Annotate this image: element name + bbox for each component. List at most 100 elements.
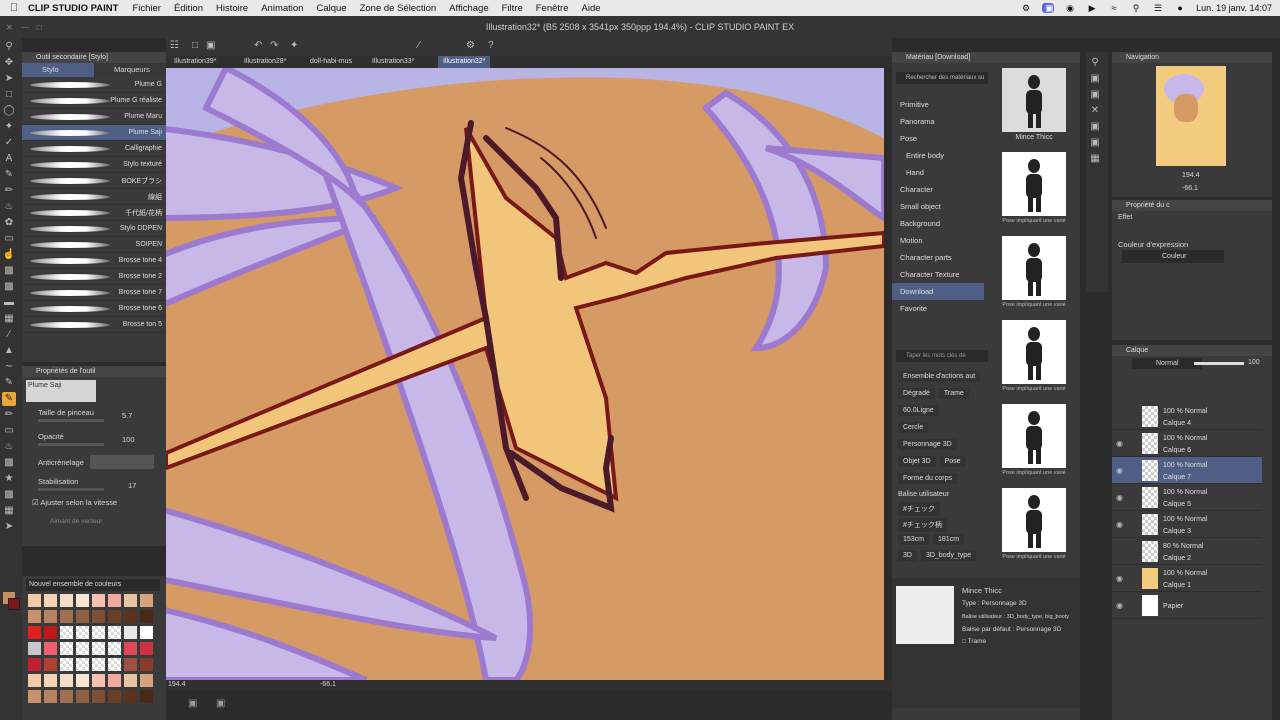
color-swatch[interactable]	[44, 610, 57, 623]
status-zoom[interactable]: 194.4	[168, 681, 186, 688]
layer-opacity-slider[interactable]	[1194, 362, 1244, 365]
color-swatch[interactable]	[76, 642, 89, 655]
color-swatch[interactable]	[60, 642, 73, 655]
color-swatch[interactable]	[140, 642, 153, 655]
material-tag[interactable]: Dégradé	[898, 388, 935, 399]
material-tree-item[interactable]: Favorite	[892, 300, 984, 317]
status-angle[interactable]: -66.1	[320, 681, 336, 688]
color-swatch[interactable]	[108, 610, 121, 623]
eraser-tool-icon[interactable]: ▭	[2, 232, 16, 246]
color-swatch[interactable]	[108, 690, 121, 703]
material-thumb[interactable]	[1002, 404, 1066, 468]
layer-row[interactable]: ◉ 100 % Normal Calque 1	[1112, 565, 1262, 592]
artwork[interactable]	[166, 68, 884, 680]
frame-tool-icon[interactable]: ▦	[2, 312, 16, 326]
user-tag[interactable]: 181cm	[933, 534, 965, 545]
color-swatch[interactable]	[92, 610, 105, 623]
zoom-tool-icon[interactable]: ⚲	[2, 40, 16, 54]
opacity-value[interactable]: 100	[122, 435, 135, 444]
layer-row[interactable]: ◉ 100 % Normal Calque 5	[1112, 484, 1262, 511]
material-tag[interactable]: Pose	[939, 456, 966, 467]
color-swatch[interactable]	[44, 626, 57, 639]
material-tag[interactable]: Trame	[938, 388, 969, 399]
color-swatch[interactable]	[60, 690, 73, 703]
balloon-tool-icon[interactable]: ▲	[2, 344, 16, 358]
material-thumb[interactable]	[1002, 152, 1066, 216]
material-tree-item[interactable]: Pose	[892, 130, 984, 147]
marker-tool-icon[interactable]: ▭	[2, 424, 16, 438]
color-swatch[interactable]	[108, 594, 121, 607]
wifi-icon[interactable]: ≈	[1108, 3, 1120, 13]
color-swatch[interactable]	[92, 690, 105, 703]
brush-item[interactable]: Brosse tone 2	[22, 269, 166, 285]
color-swatch[interactable]	[92, 594, 105, 607]
brush-item[interactable]: Calligraphie	[22, 141, 166, 157]
doc-tab-5-active[interactable]: Illustration32*	[438, 56, 491, 68]
color-swatch[interactable]	[60, 658, 73, 671]
color-swatch[interactable]	[28, 626, 41, 639]
color-swatch[interactable]	[140, 690, 153, 703]
canvas[interactable]	[166, 68, 884, 680]
material-tree-item[interactable]: Panorama	[892, 113, 984, 130]
panel4-icon[interactable]: ✕	[1088, 104, 1102, 118]
color-swatch[interactable]	[140, 674, 153, 687]
panel6-icon[interactable]: ▣	[1088, 136, 1102, 150]
material-tag[interactable]: Forme du corps	[898, 473, 958, 484]
layer-row[interactable]: ◉ 100 % Normal Calque 3	[1112, 511, 1262, 538]
color-swatch[interactable]	[140, 594, 153, 607]
color-swatch[interactable]	[108, 658, 121, 671]
panel3-icon[interactable]: ▣	[1088, 88, 1102, 102]
correct-tool-icon[interactable]: ✎	[2, 376, 16, 390]
fill-tool-icon[interactable]: ▩	[2, 264, 16, 278]
material-tree-item[interactable]: Character	[892, 181, 984, 198]
blend-tool-icon[interactable]: ☝	[2, 248, 16, 262]
expression-color-select[interactable]: Couleur	[1122, 250, 1224, 263]
brush-item[interactable]: Brosse tone 6	[22, 301, 166, 317]
material-tag[interactable]: Ensemble d'actions aut	[898, 371, 981, 382]
brush-tool-icon[interactable]: ✏	[2, 184, 16, 198]
color-swatch[interactable]	[44, 674, 57, 687]
color-swatch[interactable]	[76, 610, 89, 623]
operation-tool-icon[interactable]: ➤	[2, 72, 16, 86]
blend-mode-select[interactable]: Normal	[1132, 358, 1202, 369]
material-tree-item[interactable]: Hand	[892, 164, 984, 181]
speed-option[interactable]: ☑ Ajuster selon la vitesse	[32, 498, 117, 507]
material-tag[interactable]: Personnage 3D	[898, 439, 957, 450]
color-swatch[interactable]	[76, 626, 89, 639]
ruler-tool-icon[interactable]: ∕	[2, 328, 16, 342]
color-swatch[interactable]	[76, 690, 89, 703]
brush-size-slider[interactable]	[38, 419, 104, 422]
search-icon[interactable]: ⚲	[1130, 3, 1142, 13]
app-menu[interactable]: CLIP STUDIO PAINT	[28, 3, 118, 14]
user-tag[interactable]: #チェック	[898, 502, 940, 516]
color-swatch[interactable]	[140, 626, 153, 639]
menu-animation[interactable]: Animation	[261, 3, 303, 14]
pen-tool-icon[interactable]: ✎	[2, 168, 16, 182]
help-icon[interactable]: ?	[488, 40, 494, 51]
color-swatch[interactable]	[140, 658, 153, 671]
color-swatch[interactable]	[28, 642, 41, 655]
color-swatch[interactable]	[28, 610, 41, 623]
panel7-icon[interactable]: ▦	[1088, 152, 1102, 166]
layer-row[interactable]: ◉ 100 % Normal Calque 7	[1112, 457, 1262, 484]
color-swatch[interactable]	[124, 626, 137, 639]
material-tree-item[interactable]: Background	[892, 215, 984, 232]
material-thumb[interactable]	[1002, 488, 1066, 552]
brush-item[interactable]: Stylo texturé	[22, 157, 166, 173]
color-swatch[interactable]	[28, 674, 41, 687]
menu-edition[interactable]: Édition	[174, 3, 203, 14]
color-swatch[interactable]	[60, 674, 73, 687]
clock[interactable]: Lun. 19 janv. 14:07	[1196, 3, 1272, 13]
brush-item[interactable]: Plume Maru	[22, 109, 166, 125]
user-tag[interactable]: 3D	[898, 550, 917, 561]
color-swatch[interactable]	[60, 594, 73, 607]
menu-histoire[interactable]: Histoire	[216, 3, 248, 14]
material-tree-item[interactable]: Primitive	[892, 96, 984, 113]
move-tool-icon[interactable]: ✥	[2, 56, 16, 70]
color-swatch[interactable]	[28, 594, 41, 607]
save-icon[interactable]: ▣	[206, 40, 215, 51]
clear-icon[interactable]: ✦	[290, 40, 298, 51]
material-tree-item[interactable]: Character Texture	[892, 266, 984, 283]
tag-search[interactable]: Taper les mots clés de	[896, 350, 988, 362]
text-tool-icon[interactable]: A	[2, 152, 16, 166]
